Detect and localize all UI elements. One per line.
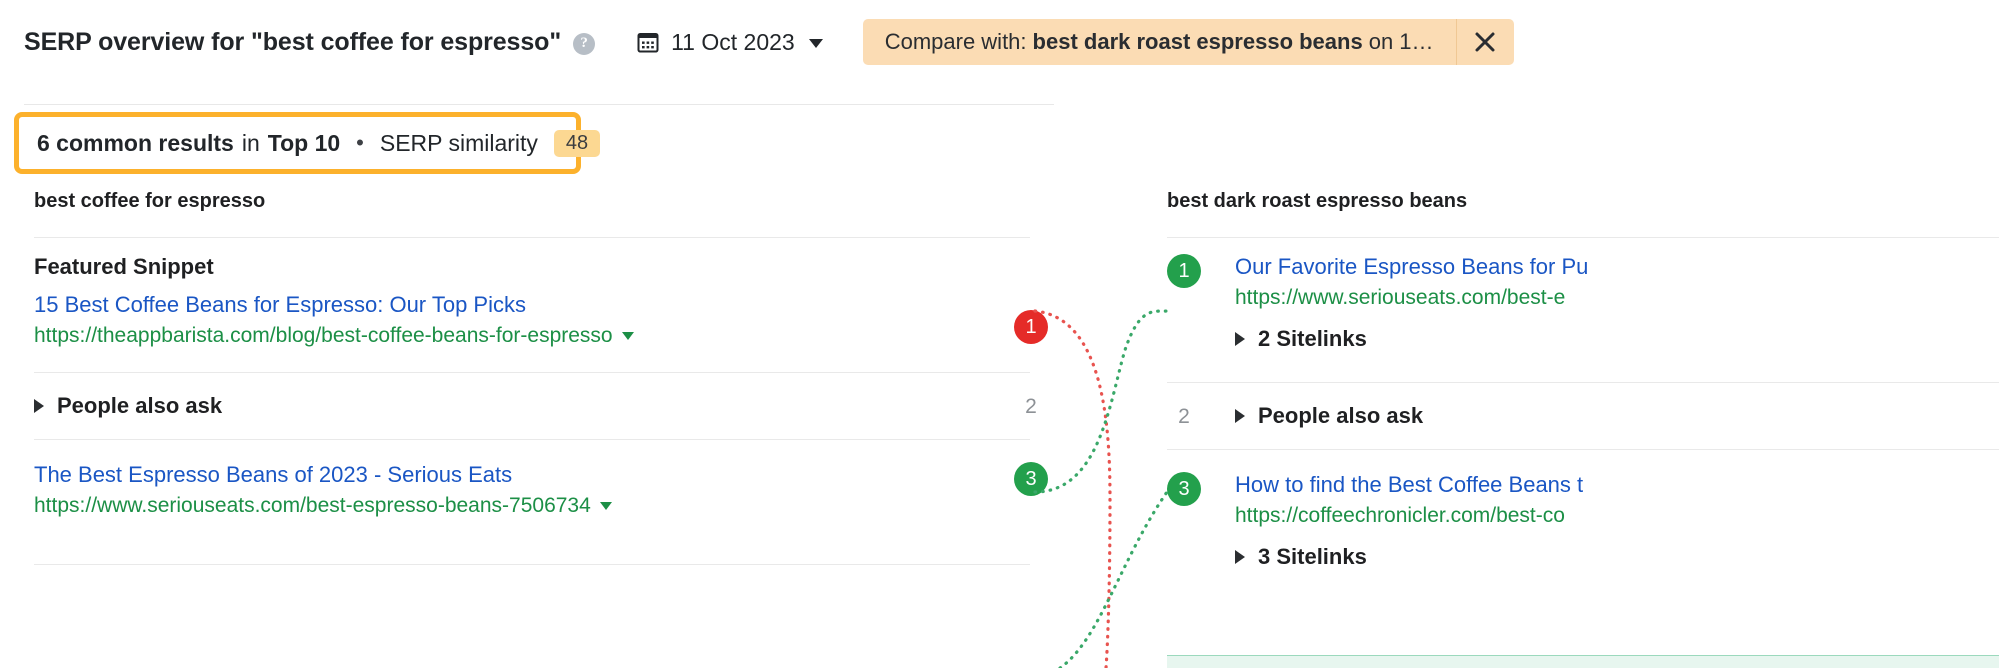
common-results-count: 6 common results (37, 129, 234, 156)
compare-label[interactable]: Compare with: best dark roast espresso b… (863, 19, 1456, 65)
sitelinks-label: 3 Sitelinks (1258, 544, 1367, 569)
header-divider (24, 104, 1054, 105)
rank-label-left-2: 2 (1025, 395, 1037, 418)
featured-snippet-label: Featured Snippet (34, 254, 214, 279)
summary-line: 6 common results in Top 10 • SERP simila… (37, 129, 601, 157)
people-also-ask-label: People also ask (1258, 403, 1424, 428)
sitelinks-label: 2 Sitelinks (1258, 326, 1367, 351)
page-title: SERP overview for "best coffee for espre… (24, 27, 562, 56)
result-url[interactable]: https://theappbarista.com/blog/best-coff… (34, 324, 1000, 348)
top-n-label: Top 10 (267, 129, 341, 156)
compare-prefix: Compare with: (884, 29, 1027, 54)
left-result-row-2: People also ask 2 (0, 373, 1060, 439)
rank-badge-right-1: 1 (1167, 254, 1201, 288)
right-result-row-2: 2 People also ask (1145, 383, 1999, 449)
people-also-ask-label: People also ask (57, 393, 223, 418)
left-result-row-3: The Best Espresso Beans of 2023 - Seriou… (0, 440, 1060, 532)
summary-in-word: in (241, 129, 260, 156)
summary-separator: • (356, 130, 364, 155)
result-url[interactable]: https://www.seriouseats.com/best-e (1235, 286, 1999, 310)
help-icon[interactable]: ? (573, 32, 596, 55)
compare-suffix: on 1… (1368, 29, 1434, 54)
compare-pill: Compare with: best dark roast espresso b… (862, 19, 1514, 65)
triangle-right-icon (1235, 332, 1245, 346)
calendar-icon (637, 31, 659, 53)
result-title-link[interactable]: Our Favorite Espresso Beans for Pu (1235, 254, 1999, 280)
right-column-keyword: best dark roast espresso beans (1167, 190, 1468, 212)
result-title-link[interactable]: 15 Best Coffee Beans for Espresso: Our T… (34, 292, 1000, 318)
compare-keyword: best dark roast espresso beans (1032, 29, 1363, 54)
serp-overview-page: SERP overview for "best coffee for espre… (0, 0, 1999, 668)
triangle-right-icon (34, 399, 44, 413)
serp-similarity-badge: 48 (553, 129, 601, 157)
result-url-text: https://theappbarista.com/blog/best-coff… (34, 324, 613, 347)
sitelinks-toggle[interactable]: 3 Sitelinks (1235, 544, 1999, 570)
bottom-highlight-strip (1167, 655, 1999, 668)
result-title-link[interactable]: The Best Espresso Beans of 2023 - Seriou… (34, 462, 1000, 488)
people-also-ask-toggle[interactable]: People also ask (34, 393, 1000, 419)
rank-label-right-2: 2 (1178, 405, 1190, 428)
serp-similarity-label: SERP similarity (379, 129, 538, 156)
right-result-row-1: 1 Our Favorite Espresso Beans for Pu htt… (1145, 238, 1999, 366)
date-picker[interactable]: 11 Oct 2023 (637, 29, 823, 56)
people-also-ask-toggle[interactable]: People also ask (1235, 403, 1999, 429)
chevron-down-icon[interactable] (621, 332, 634, 340)
result-url-text: https://www.seriouseats.com/best-espress… (34, 494, 591, 517)
chevron-down-icon[interactable] (599, 502, 612, 510)
result-url[interactable]: https://coffeechronicler.com/best-co (1235, 504, 1999, 528)
close-icon (1475, 32, 1495, 52)
row-divider (34, 564, 1030, 565)
left-serp-column: best coffee for espresso Featured Snippe… (0, 174, 1060, 565)
result-url[interactable]: https://www.seriouseats.com/best-espress… (34, 494, 1000, 518)
selected-date: 11 Oct 2023 (671, 28, 795, 55)
right-serp-column: best dark roast espresso beans 1 Our Fav… (1145, 174, 1999, 584)
triangle-right-icon (1235, 550, 1245, 564)
result-url-text: https://coffeechronicler.com/best-co (1235, 504, 1565, 527)
left-result-row-1: Featured Snippet 15 Best Coffee Beans fo… (0, 238, 1060, 362)
result-url-text: https://www.seriouseats.com/best-e (1235, 286, 1566, 309)
page-header: SERP overview for "best coffee for espre… (0, 0, 1999, 84)
rank-badge-left-3: 3 (1014, 462, 1048, 496)
sitelinks-toggle[interactable]: 2 Sitelinks (1235, 326, 1999, 352)
result-title-link[interactable]: How to find the Best Coffee Beans t (1235, 472, 1999, 498)
left-column-keyword: best coffee for espresso (34, 190, 266, 212)
rank-badge-left-1: 1 (1014, 310, 1048, 344)
rank-badge-right-3: 3 (1167, 472, 1201, 506)
triangle-right-icon (1235, 409, 1245, 423)
right-result-row-3: 3 How to find the Best Coffee Beans t ht… (1145, 450, 1999, 584)
compare-close-button[interactable] (1455, 19, 1514, 65)
serp-similarity-summary: 6 common results in Top 10 • SERP simila… (14, 112, 601, 174)
chevron-down-icon (808, 39, 823, 48)
